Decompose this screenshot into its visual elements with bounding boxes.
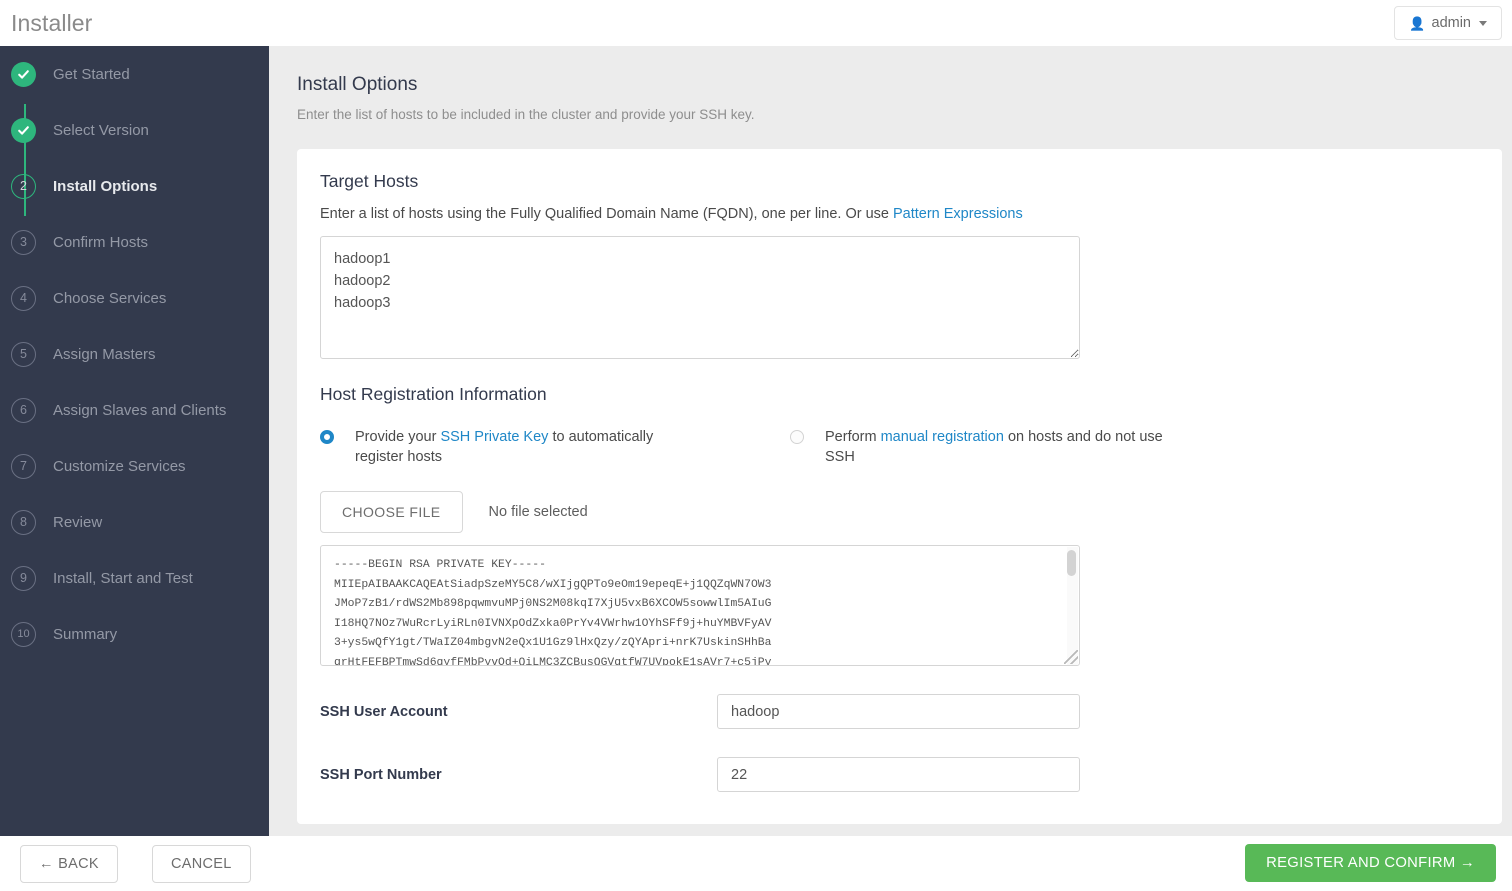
sidebar-step-customize-services[interactable]: 7 Customize Services	[0, 438, 269, 494]
step-number-badge: 4	[11, 285, 36, 311]
ssh-private-key-link[interactable]: SSH Private Key	[440, 429, 548, 445]
step-number-badge: 6	[11, 397, 36, 423]
sidebar-step-label: Choose Services	[53, 289, 167, 307]
sidebar-step-choose-services[interactable]: 4 Choose Services	[0, 270, 269, 326]
sidebar-step-label: Confirm Hosts	[53, 233, 149, 251]
cancel-button[interactable]: CANCEL	[152, 845, 251, 883]
ssh-user-label: SSH User Account	[320, 703, 448, 720]
ssh-port-label: SSH Port Number	[320, 766, 442, 783]
pattern-expressions-link[interactable]: Pattern Expressions	[893, 206, 1023, 222]
manual-option-text-before: Perform	[825, 429, 881, 445]
file-chooser-row: CHOOSE FILE No file selected	[320, 491, 1478, 533]
step-number-badge: 9	[11, 565, 36, 591]
ssh-key-radio[interactable]	[320, 430, 334, 444]
step-number-badge: 2	[11, 173, 36, 199]
chevron-down-icon	[1479, 20, 1487, 26]
ssh-port-row: SSH Port Number	[320, 757, 1478, 792]
step-number-badge: 3	[11, 229, 36, 255]
step-number-badge: 7	[11, 453, 36, 479]
sidebar-step-label: Select Version	[53, 121, 149, 139]
ssh-user-input[interactable]	[717, 694, 1080, 729]
step-number-badge: 10	[11, 621, 36, 647]
sidebar-step-label: Assign Slaves and Clients	[53, 401, 227, 419]
sidebar-step-label: Review	[53, 513, 103, 531]
sidebar-step-summary[interactable]: 10 Summary	[0, 606, 269, 662]
top-bar: Installer 👤 admin	[0, 0, 1512, 46]
manual-registration-link[interactable]: manual registration	[881, 429, 1004, 445]
register-and-confirm-button[interactable]: REGISTER AND CONFIRM →	[1245, 844, 1496, 882]
sidebar-step-install-start-and-test[interactable]: 9 Install, Start and Test	[0, 550, 269, 606]
ssh-key-option[interactable]: Provide your SSH Private Key to automati…	[320, 427, 790, 467]
manual-registration-option-label: Perform manual registration on hosts and…	[825, 427, 1175, 467]
sidebar-step-label: Summary	[53, 625, 118, 643]
ssh-port-input[interactable]	[717, 757, 1080, 792]
main-content: Install Options Enter the list of hosts …	[269, 46, 1512, 836]
check-icon	[11, 61, 36, 87]
install-options-panel: Target Hosts Enter a list of hosts using…	[297, 149, 1502, 824]
wizard-sidebar: Get Started Select Version 2 Install Option…	[0, 46, 269, 836]
sidebar-step-label: Install, Start and Test	[53, 569, 193, 587]
choose-file-button[interactable]: CHOOSE FILE	[320, 491, 463, 533]
target-hosts-description: Enter a list of hosts using the Fully Qu…	[320, 206, 1478, 222]
registration-options: Provide your SSH Private Key to automati…	[320, 427, 1478, 467]
ssh-private-key-text[interactable]: -----BEGIN RSA PRIVATE KEY----- MIIEpAIB…	[321, 546, 1079, 665]
page-title: Install Options	[297, 74, 418, 95]
sidebar-step-review[interactable]: 8 Review	[0, 494, 269, 550]
wizard-footer: ← BACK CANCEL REGISTER AND CONFIRM →	[0, 836, 1512, 891]
wizard-step-list: Get Started Select Version 2 Install Option…	[0, 46, 269, 662]
host-registration-heading: Host Registration Information	[320, 384, 547, 404]
sidebar-step-install-options[interactable]: 2 Install Options	[0, 158, 269, 214]
target-hosts-description-text: Enter a list of hosts using the Fully Qu…	[320, 206, 893, 222]
user-menu-button[interactable]: 👤 admin	[1394, 6, 1502, 40]
sidebar-step-assign-slaves-and-clients[interactable]: 6 Assign Slaves and Clients	[0, 382, 269, 438]
ssh-user-row: SSH User Account	[320, 694, 1478, 729]
sidebar-step-label: Get Started	[53, 65, 130, 83]
ssh-key-option-label: Provide your SSH Private Key to automati…	[355, 427, 705, 467]
back-button[interactable]: ← BACK	[20, 845, 118, 883]
sidebar-step-label: Assign Masters	[53, 345, 156, 363]
user-menu-label: admin	[1431, 15, 1472, 31]
manual-registration-option[interactable]: Perform manual registration on hosts and…	[790, 427, 1175, 467]
sidebar-step-select-version[interactable]: Select Version	[0, 102, 269, 158]
target-hosts-textarea[interactable]: hadoop1 hadoop2 hadoop3	[320, 236, 1080, 359]
step-number-badge: 8	[11, 509, 36, 535]
ssh-option-text-before: Provide your	[355, 429, 441, 445]
sidebar-step-label: Customize Services	[53, 457, 186, 475]
target-hosts-heading: Target Hosts	[320, 171, 419, 191]
user-icon: 👤	[1409, 15, 1426, 31]
ssh-private-key-field[interactable]: -----BEGIN RSA PRIVATE KEY----- MIIEpAIB…	[320, 545, 1080, 666]
app-title: Installer	[11, 9, 93, 36]
step-number-badge: 5	[11, 341, 36, 367]
resize-grip-icon[interactable]	[1064, 650, 1078, 664]
manual-registration-radio[interactable]	[790, 430, 804, 444]
sidebar-step-get-started[interactable]: Get Started	[0, 46, 269, 102]
sidebar-step-confirm-hosts[interactable]: 3 Confirm Hosts	[0, 214, 269, 270]
page-subtitle: Enter the list of hosts to be included i…	[297, 107, 755, 122]
key-scrollbar-thumb[interactable]	[1067, 550, 1076, 576]
key-scrollbar-track[interactable]	[1067, 547, 1078, 665]
check-icon	[11, 117, 36, 143]
file-status-label: No file selected	[488, 504, 588, 520]
sidebar-step-label: Install Options	[53, 177, 158, 195]
sidebar-step-assign-masters[interactable]: 5 Assign Masters	[0, 326, 269, 382]
